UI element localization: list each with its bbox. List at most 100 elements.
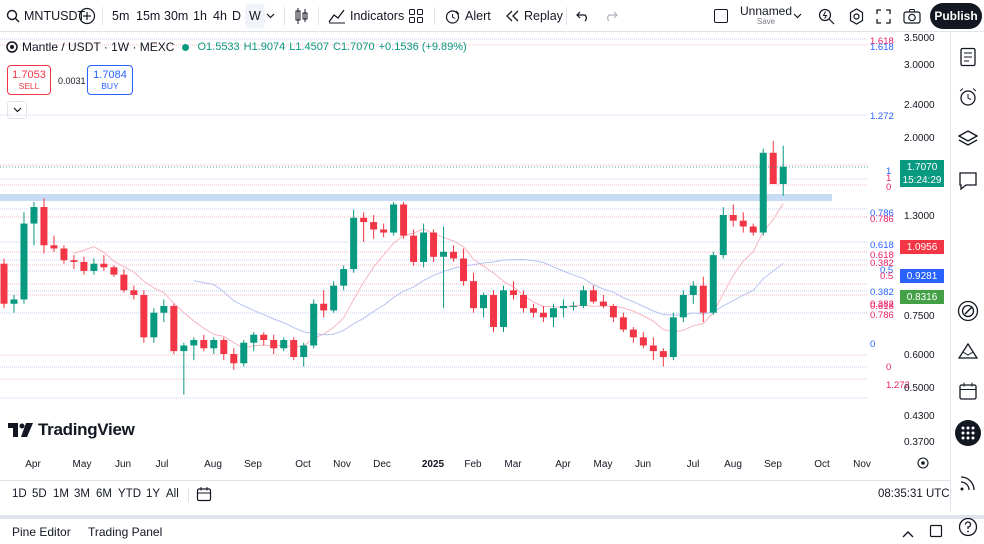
candle[interactable] bbox=[190, 337, 198, 361]
candle[interactable] bbox=[709, 251, 717, 315]
sell-button[interactable]: 1.7053 SELL bbox=[7, 65, 51, 95]
candle[interactable] bbox=[80, 256, 88, 275]
calendar-button[interactable] bbox=[957, 380, 979, 402]
candle[interactable] bbox=[50, 235, 58, 252]
axis-settings-icon[interactable] bbox=[917, 457, 929, 469]
candle[interactable] bbox=[519, 290, 527, 313]
candle[interactable] bbox=[240, 340, 248, 367]
redo-button[interactable] bbox=[604, 0, 618, 32]
candle[interactable] bbox=[749, 223, 757, 236]
candle[interactable] bbox=[120, 269, 128, 293]
candle[interactable] bbox=[170, 303, 178, 354]
layout-dropdown[interactable] bbox=[793, 0, 802, 32]
candle[interactable] bbox=[480, 292, 488, 318]
range-5d[interactable]: 5D bbox=[32, 488, 47, 500]
quick-search-button[interactable] bbox=[818, 0, 835, 32]
candle[interactable] bbox=[579, 285, 587, 309]
candle[interactable] bbox=[330, 281, 338, 313]
candle[interactable] bbox=[719, 207, 727, 259]
candle[interactable] bbox=[270, 334, 278, 354]
candle[interactable] bbox=[759, 148, 767, 236]
candle[interactable] bbox=[10, 294, 18, 313]
watchlist-button[interactable] bbox=[957, 46, 979, 68]
chats-button[interactable] bbox=[957, 170, 979, 192]
interval-d[interactable]: D bbox=[232, 0, 241, 32]
replay-button[interactable]: Replay bbox=[504, 0, 563, 32]
range-6m[interactable]: 6M bbox=[96, 488, 112, 500]
candle[interactable] bbox=[669, 312, 677, 361]
trading-panel-tab[interactable]: Trading Panel bbox=[88, 525, 162, 539]
candle[interactable] bbox=[470, 272, 478, 313]
layout-name-button[interactable]: Unnamed Save bbox=[740, 0, 792, 32]
chart-type-button[interactable] bbox=[294, 0, 310, 32]
object-tree-button[interactable] bbox=[957, 128, 979, 150]
ideas-button[interactable] bbox=[957, 300, 979, 322]
candle[interactable] bbox=[20, 212, 28, 304]
candle[interactable] bbox=[230, 348, 238, 370]
candle[interactable] bbox=[619, 312, 627, 333]
utc-clock[interactable]: 08:35:31 UTC bbox=[878, 488, 950, 500]
interval-1h[interactable]: 1h bbox=[193, 0, 207, 32]
legend-collapse-button[interactable] bbox=[7, 101, 27, 119]
candle[interactable] bbox=[589, 285, 597, 304]
buy-button[interactable]: 1.7084 BUY bbox=[87, 65, 133, 95]
range-3m[interactable]: 3M bbox=[74, 488, 90, 500]
products-button[interactable] bbox=[955, 420, 981, 446]
candle[interactable] bbox=[130, 285, 138, 300]
candle[interactable] bbox=[450, 245, 458, 262]
interval-15m[interactable]: 15m bbox=[136, 0, 160, 32]
candle[interactable] bbox=[200, 334, 208, 352]
candle[interactable] bbox=[649, 337, 657, 361]
chart-pane[interactable]: 1.618 1.618 1.272 1 1 0 0.786 0.786 0.618 0.618 0.… bbox=[0, 33, 950, 479]
candle[interactable] bbox=[779, 145, 787, 196]
candle[interactable] bbox=[350, 209, 358, 273]
date-range-button[interactable] bbox=[196, 486, 212, 505]
candle[interactable] bbox=[509, 281, 517, 300]
symbol-search[interactable]: MNTUSDT bbox=[6, 0, 85, 32]
settings-button[interactable] bbox=[848, 0, 865, 32]
interval-dropdown[interactable] bbox=[266, 0, 275, 32]
candle[interactable] bbox=[679, 290, 687, 323]
candle[interactable] bbox=[110, 265, 118, 277]
candle[interactable] bbox=[90, 258, 98, 275]
candle[interactable] bbox=[370, 215, 378, 239]
candle[interactable] bbox=[410, 229, 418, 266]
fullscreen-button[interactable] bbox=[876, 0, 891, 32]
undo-button[interactable] bbox=[576, 0, 590, 32]
candle[interactable] bbox=[609, 303, 617, 323]
range-1y[interactable]: 1Y bbox=[146, 488, 160, 500]
candle[interactable] bbox=[739, 212, 747, 233]
candle[interactable] bbox=[539, 305, 547, 323]
pine-editor-tab[interactable]: Pine Editor bbox=[12, 525, 71, 539]
candle[interactable] bbox=[140, 290, 148, 343]
pine-scripts-button[interactable] bbox=[957, 340, 979, 362]
range-ytd[interactable]: YTD bbox=[118, 488, 141, 500]
publish-button[interactable]: Publish bbox=[930, 3, 982, 29]
compare-add-button[interactable] bbox=[78, 0, 96, 32]
candle[interactable] bbox=[290, 337, 298, 361]
candle[interactable] bbox=[100, 255, 108, 271]
candle[interactable] bbox=[260, 332, 268, 346]
candle[interactable] bbox=[460, 248, 468, 286]
candle[interactable] bbox=[529, 303, 537, 318]
candle[interactable] bbox=[60, 245, 68, 264]
candle[interactable] bbox=[30, 201, 38, 246]
candle[interactable] bbox=[629, 327, 637, 343]
candle[interactable] bbox=[180, 342, 188, 395]
candle[interactable] bbox=[400, 201, 408, 239]
maximize-panel-button[interactable] bbox=[929, 524, 943, 541]
candle[interactable] bbox=[500, 285, 507, 333]
candle[interactable] bbox=[340, 265, 348, 291]
candle[interactable] bbox=[280, 337, 288, 352]
candle[interactable] bbox=[490, 290, 498, 333]
snapshot-button[interactable] bbox=[903, 0, 921, 32]
candle[interactable] bbox=[769, 140, 777, 185]
candle[interactable] bbox=[430, 229, 438, 262]
price-chart[interactable]: 1.6181.6181.2721100.7860.7860.6180.6180.… bbox=[0, 33, 950, 479]
candle[interactable] bbox=[390, 201, 398, 236]
candle[interactable] bbox=[659, 348, 667, 367]
candle[interactable] bbox=[689, 281, 697, 304]
alert-button[interactable]: Alert bbox=[444, 0, 491, 32]
candle[interactable] bbox=[40, 198, 48, 254]
range-1d[interactable]: 1D bbox=[12, 488, 27, 500]
